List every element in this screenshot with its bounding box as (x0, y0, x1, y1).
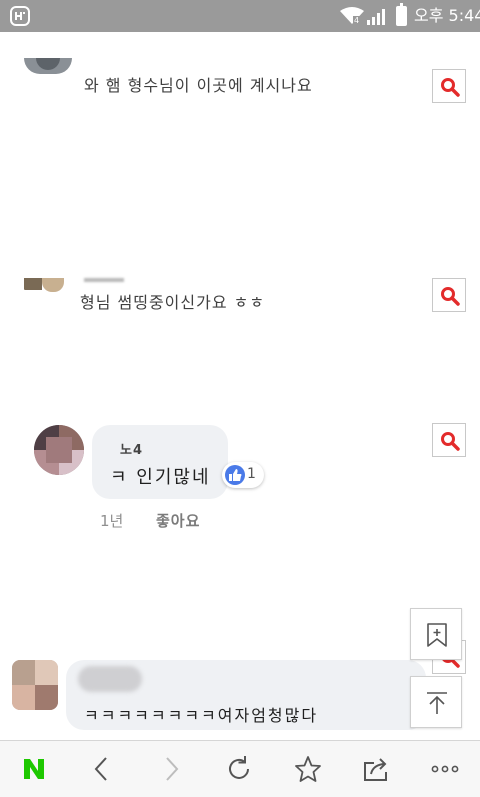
search-button[interactable] (432, 69, 466, 103)
like-badge[interactable]: 1 (222, 462, 264, 488)
bottom-toolbar (0, 740, 480, 797)
comment-text: 와 햄 형수님이 이곳에 계시나요 (84, 76, 313, 95)
thumbs-up-icon (225, 465, 245, 485)
avatar (24, 58, 72, 84)
naver-home-button[interactable] (0, 741, 68, 797)
back-button[interactable] (68, 741, 136, 797)
bookmark-star-button[interactable] (274, 741, 342, 797)
avatar[interactable] (12, 660, 58, 710)
name-fragment (84, 278, 124, 282)
refresh-icon (229, 756, 249, 779)
comment-bubble: ㅋㅋㅋㅋㅋㅋㅋㅋ여자엄청많다 (66, 660, 426, 730)
app-icon (10, 6, 30, 26)
forward-icon (166, 757, 179, 781)
like-button[interactable]: 좋아요 (156, 510, 200, 531)
scroll-to-top-icon (427, 692, 447, 714)
avatar (20, 278, 70, 296)
bookmark-add-button[interactable] (410, 608, 462, 660)
avatar[interactable] (34, 425, 84, 475)
search-icon (441, 287, 460, 306)
status-bar: 4 오후 5:44 (0, 0, 480, 32)
share-icon (364, 758, 387, 781)
star-icon (295, 756, 321, 782)
comment-bubble: 노4 ㅋ 인기많네 (92, 425, 228, 499)
wifi-icon: 4 (340, 7, 364, 25)
more-icon (431, 765, 459, 773)
search-button[interactable] (432, 423, 466, 457)
share-button[interactable] (342, 741, 410, 797)
comment-text: 형님 썸띵중이신가요 ㅎㅎ (80, 293, 266, 312)
naver-home-icon (24, 759, 44, 779)
comment-time: 1년 (100, 512, 124, 530)
comment-text: ㅋ 인기많네 (110, 467, 211, 488)
signal-icon (367, 9, 385, 25)
forward-button[interactable] (137, 741, 205, 797)
status-time: 오후 5:44 (414, 6, 480, 25)
svg-text:4: 4 (354, 16, 359, 25)
back-icon (94, 757, 107, 781)
comment-text: ㅋㅋㅋㅋㅋㅋㅋㅋ여자엄청많다 (84, 706, 319, 725)
bookmark-add-icon (427, 623, 447, 647)
search-icon (441, 78, 460, 97)
commenter-name[interactable]: 노4 (120, 439, 143, 458)
more-button[interactable] (411, 741, 479, 797)
search-button[interactable] (432, 278, 466, 312)
battery-icon (396, 3, 407, 26)
commenter-name[interactable] (78, 666, 142, 692)
like-count: 1 (247, 466, 256, 482)
search-icon (441, 432, 460, 451)
refresh-button[interactable] (205, 741, 273, 797)
scroll-to-top-button[interactable] (410, 676, 462, 728)
